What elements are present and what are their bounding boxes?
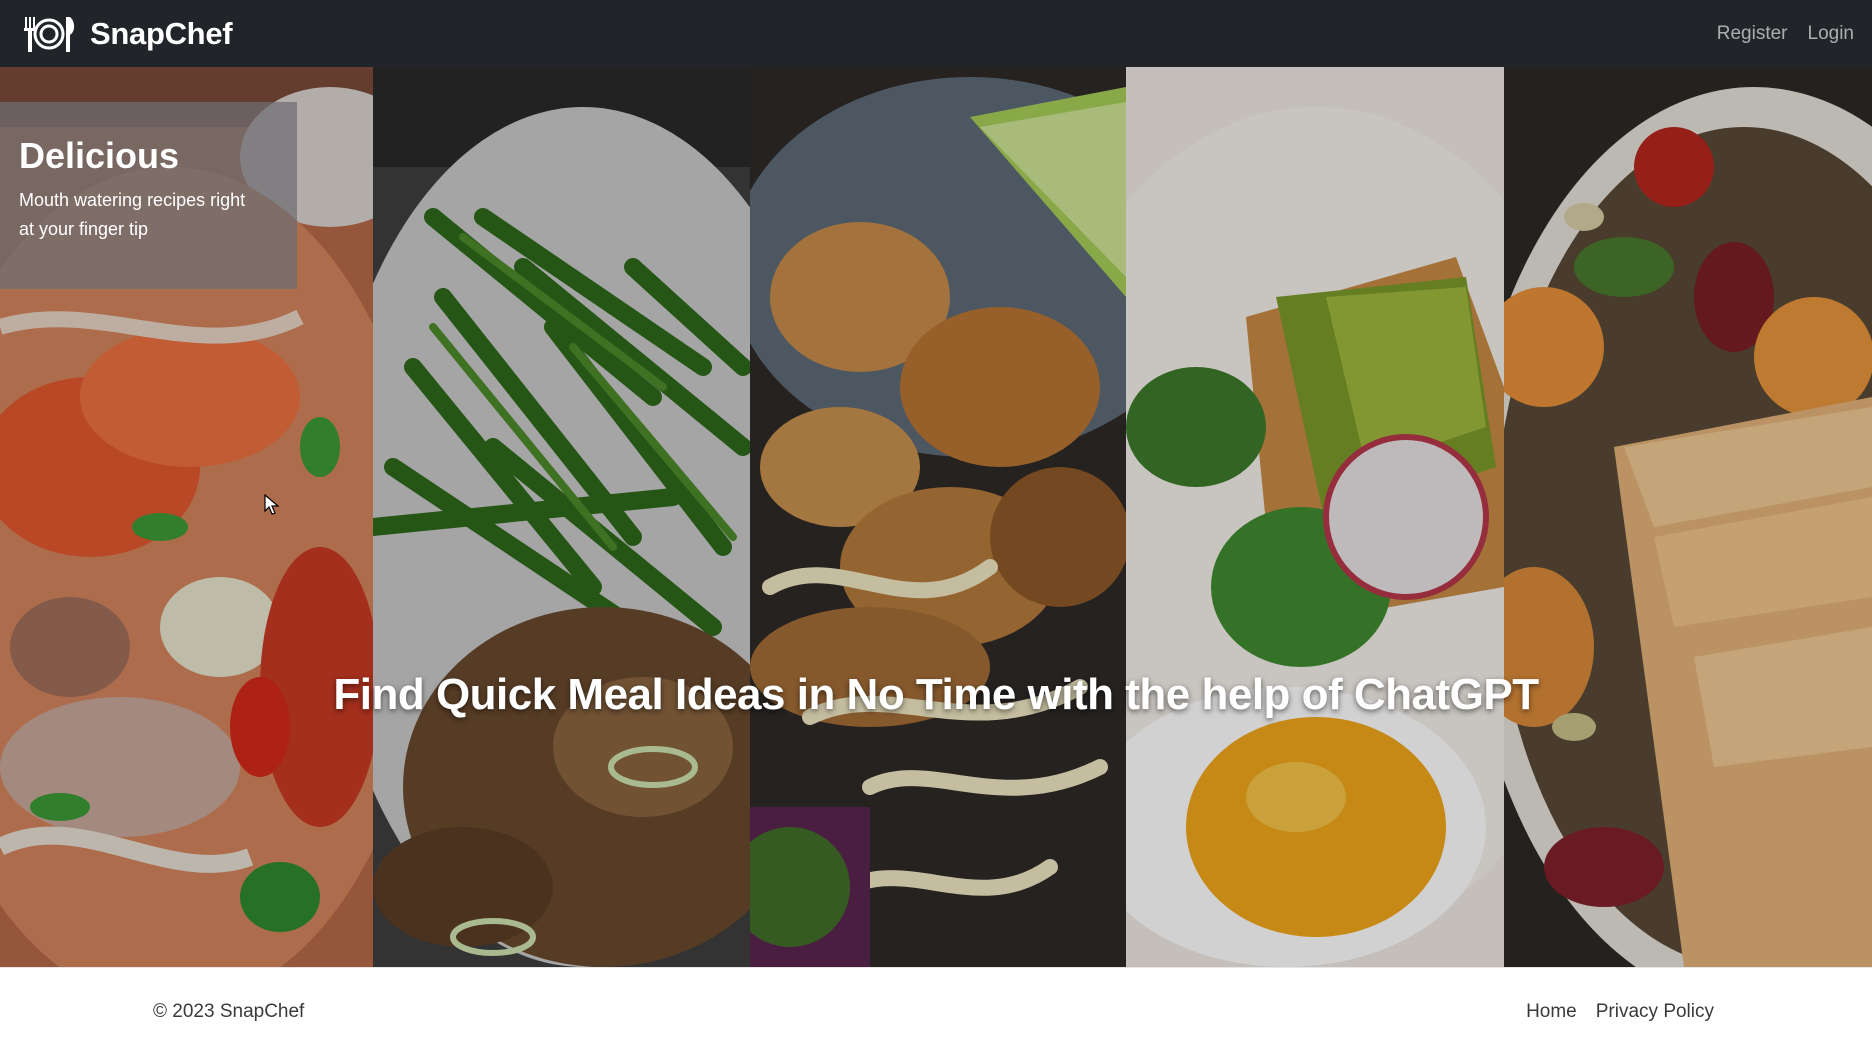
grilled-shrimp-photo — [750, 67, 1126, 967]
login-link[interactable]: Login — [1808, 23, 1855, 45]
avocado-egg-toast-photo — [1126, 67, 1504, 967]
caption-box: Delicious Mouth watering recipes right a… — [0, 102, 297, 289]
hero-section: Delicious Mouth watering recipes right a… — [0, 67, 1872, 967]
home-link[interactable]: Home — [1526, 1001, 1577, 1023]
register-link[interactable]: Register — [1717, 23, 1788, 45]
privacy-policy-link[interactable]: Privacy Policy — [1596, 1001, 1714, 1023]
caption-title: Delicious — [19, 135, 180, 176]
chicken-grain-salad-photo — [1504, 67, 1872, 967]
footer-links: Home Privacy Policy — [1526, 1001, 1714, 1023]
mouse-pointer-icon — [264, 494, 280, 515]
footer: © 2023 SnapChef Home Privacy Policy — [0, 967, 1872, 1051]
copyright-text: © 2023 SnapChef — [153, 1001, 305, 1022]
top-navbar: SnapChef Register Login — [0, 0, 1872, 67]
caption-text: Mouth watering recipes right at your fin… — [19, 190, 246, 239]
nav-links: Register Login — [1717, 23, 1854, 45]
hero-heading: Find Quick Meal Ideas in No Time with th… — [333, 670, 1539, 719]
brand-name: SnapChef — [90, 15, 233, 51]
green-beans-photo — [373, 67, 750, 967]
plate-fork-knife-icon — [20, 14, 78, 54]
brand-link[interactable]: SnapChef — [20, 14, 233, 54]
